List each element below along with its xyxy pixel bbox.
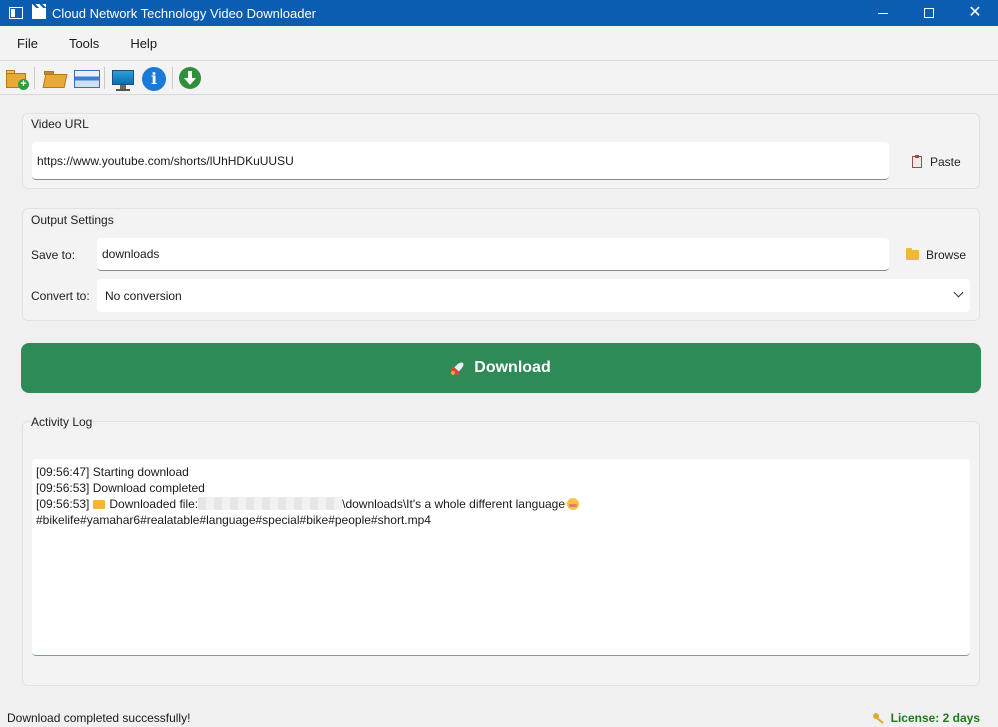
log-message: Download completed <box>92 481 205 495</box>
paste-button[interactable]: Paste <box>912 155 961 169</box>
log-line: [09:56:53] Downloaded file: \downloads\It'… <box>36 496 966 512</box>
toolbar: + i <box>0 60 998 95</box>
toolbar-separator <box>104 67 105 89</box>
log-timestamp: [09:56:47] <box>36 465 90 479</box>
menu-bar: File Tools Help <box>0 26 998 60</box>
log-timestamp: [09:56:53] <box>36 481 90 495</box>
video-url-group-title: Video URL <box>31 117 89 131</box>
menu-help[interactable]: Help <box>120 30 167 57</box>
redacted-path <box>198 497 343 510</box>
key-icon <box>872 713 885 723</box>
monitor-icon[interactable] <box>110 66 136 92</box>
clipboard-icon <box>912 155 922 168</box>
browse-button[interactable]: Browse <box>906 248 966 262</box>
folder-icon <box>93 500 106 509</box>
app-window-icon <box>9 7 23 19</box>
log-message: Downloaded file: <box>109 497 199 511</box>
toolbar-separator <box>34 67 35 89</box>
rocket-icon <box>448 358 468 378</box>
log-line: [09:56:53] Download completed <box>36 480 966 496</box>
paste-label: Paste <box>930 155 961 169</box>
title-bar: Cloud Network Technology Video Downloade… <box>0 0 998 26</box>
new-folder-icon[interactable]: + <box>5 66 31 92</box>
info-icon[interactable]: i <box>142 67 166 91</box>
close-button[interactable]: ✕ <box>952 0 998 26</box>
maximize-icon <box>924 8 934 18</box>
minimize-button[interactable] <box>860 0 906 26</box>
license-status: License: 2 days <box>872 711 980 725</box>
download-button-label: Download <box>474 359 551 376</box>
folder-icon <box>906 248 919 260</box>
emoji-face-icon <box>567 498 580 510</box>
save-to-label: Save to: <box>31 248 76 262</box>
license-label: License: 2 days <box>890 711 980 725</box>
save-to-input[interactable]: downloads <box>97 238 889 271</box>
log-message: Starting download <box>92 465 189 479</box>
close-icon: ✕ <box>968 4 982 21</box>
menu-tools[interactable]: Tools <box>59 30 109 57</box>
status-message: Download completed successfully! <box>7 711 191 725</box>
activity-log-group-title: Activity Log <box>31 415 93 429</box>
clapperboard-icon <box>32 4 46 19</box>
maximize-button[interactable] <box>906 0 952 26</box>
video-url-input[interactable]: https://www.youtube.com/shorts/lUhHDKuUU… <box>32 142 889 180</box>
log-file-path: \downloads\It's a whole different langua… <box>342 497 566 511</box>
log-line: #bikelife#yamahar6#realatable#language#s… <box>36 512 966 528</box>
download-button[interactable]: Download <box>21 343 981 393</box>
log-line: [09:56:47] Starting download <box>36 464 966 480</box>
window-controls: ✕ <box>860 0 998 26</box>
convert-to-value: No conversion <box>105 288 182 303</box>
window-title: Cloud Network Technology Video Downloade… <box>52 5 317 21</box>
menu-file[interactable]: File <box>7 30 48 57</box>
minimize-icon <box>878 12 888 14</box>
log-file-path-continuation: #bikelife#yamahar6#realatable#language#s… <box>36 513 431 527</box>
convert-to-select[interactable]: No conversion <box>97 279 970 312</box>
status-bar: Download completed successfully! License… <box>0 709 998 727</box>
activity-log-text[interactable]: [09:56:47] Starting download [09:56:53] … <box>32 459 970 656</box>
browse-label: Browse <box>926 248 967 262</box>
open-folder-icon[interactable] <box>42 66 68 92</box>
download-arrow-icon[interactable] <box>179 67 201 89</box>
convert-to-label: Convert to: <box>31 289 90 303</box>
chevron-down-icon <box>953 287 964 298</box>
window-icon[interactable] <box>74 70 100 88</box>
toolbar-separator <box>172 67 173 89</box>
output-settings-group-title: Output Settings <box>31 213 114 227</box>
log-timestamp: [09:56:53] <box>36 497 90 511</box>
